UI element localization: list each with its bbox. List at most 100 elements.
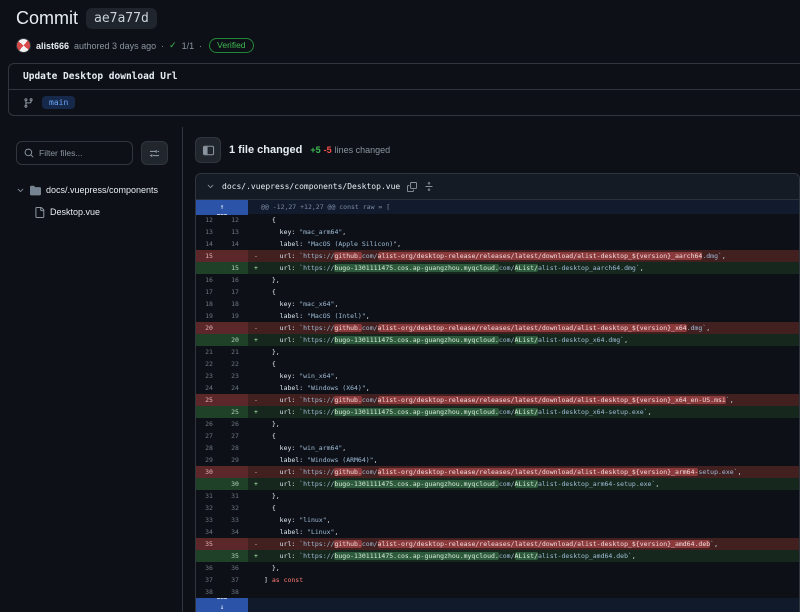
old-line-number[interactable]: 22 xyxy=(196,358,222,370)
old-line-number[interactable]: 37 xyxy=(196,574,222,586)
new-line-number[interactable]: 20 xyxy=(222,334,248,346)
old-line-number[interactable] xyxy=(196,262,222,274)
code-segment: , xyxy=(730,396,734,404)
new-line-number[interactable] xyxy=(222,394,248,406)
code-segment: com/ xyxy=(499,480,515,488)
old-line-number[interactable]: 35 xyxy=(196,538,222,550)
new-line-number[interactable]: 32 xyxy=(222,502,248,514)
code-segment: com/ xyxy=(362,468,378,476)
new-line-number[interactable]: 36 xyxy=(222,562,248,574)
diff-marker: + xyxy=(248,478,264,490)
old-line-number[interactable] xyxy=(196,478,222,490)
new-line-number[interactable]: 19 xyxy=(222,310,248,322)
old-line-number[interactable]: 20 xyxy=(196,322,222,334)
collapse-file-tree-button[interactable] xyxy=(195,137,221,163)
new-line-number[interactable]: 15 xyxy=(222,262,248,274)
old-line-number[interactable]: 33 xyxy=(196,514,222,526)
old-line-number[interactable]: 12 xyxy=(196,214,222,226)
code-line: label: "Windows (X64)", xyxy=(264,382,799,394)
code-segment: github. xyxy=(334,252,361,260)
old-line-number[interactable]: 26 xyxy=(196,418,222,430)
old-line-number[interactable] xyxy=(196,406,222,418)
old-line-number[interactable]: 34 xyxy=(196,526,222,538)
old-line-number[interactable]: 19 xyxy=(196,310,222,322)
new-line-number[interactable]: 21 xyxy=(222,346,248,358)
old-line-number[interactable]: 21 xyxy=(196,346,222,358)
new-line-number[interactable]: 12 xyxy=(222,214,248,226)
new-line-number[interactable]: 24 xyxy=(222,382,248,394)
diff-main-panel: 1 file changed +5 -5 lines changed docs/… xyxy=(183,127,800,612)
old-line-number[interactable]: 15 xyxy=(196,250,222,262)
old-line-number[interactable]: 36 xyxy=(196,562,222,574)
code-segment: , xyxy=(334,528,338,536)
new-line-number[interactable]: 31 xyxy=(222,490,248,502)
new-line-number[interactable]: 35 xyxy=(222,550,248,562)
new-line-number[interactable]: 22 xyxy=(222,358,248,370)
code-segment: AList/ xyxy=(515,480,538,488)
new-line-number[interactable]: 18 xyxy=(222,298,248,310)
old-line-number[interactable]: 24 xyxy=(196,382,222,394)
code-segment: url xyxy=(280,552,292,560)
new-line-number[interactable]: 26 xyxy=(222,418,248,430)
code-segment: "win_x64" xyxy=(299,372,334,380)
sidebar-item-components-folder[interactable]: docs/.vuepress/components xyxy=(16,179,168,201)
old-line-number[interactable]: 14 xyxy=(196,238,222,250)
new-line-number[interactable] xyxy=(222,250,248,262)
new-line-number[interactable]: 23 xyxy=(222,370,248,382)
avatar[interactable] xyxy=(16,38,31,53)
branch-badge[interactable]: main xyxy=(42,96,75,109)
old-line-number[interactable]: 27 xyxy=(196,430,222,442)
tree-options-button[interactable] xyxy=(141,141,168,165)
new-line-number[interactable]: 33 xyxy=(222,514,248,526)
new-line-number[interactable] xyxy=(222,322,248,334)
new-line-number[interactable]: 17 xyxy=(222,286,248,298)
old-line-number[interactable] xyxy=(196,550,222,562)
new-line-number[interactable]: 13 xyxy=(222,226,248,238)
diff-marker: - xyxy=(248,394,264,406)
file-path[interactable]: docs/.vuepress/components/Desktop.vue xyxy=(222,182,400,191)
old-line-number[interactable]: 28 xyxy=(196,442,222,454)
checks-count[interactable]: 1/1 xyxy=(182,41,195,51)
diff-context-row: 2626 }, xyxy=(196,418,799,430)
old-line-number[interactable]: 18 xyxy=(196,298,222,310)
new-line-number[interactable]: 38 xyxy=(222,586,248,598)
code-line: }, xyxy=(264,490,799,502)
code-segment: "Windows (X64)" xyxy=(307,384,366,392)
new-line-number[interactable]: 25 xyxy=(222,406,248,418)
old-line-number[interactable]: 30 xyxy=(196,466,222,478)
new-line-number[interactable]: 27 xyxy=(222,430,248,442)
new-line-number[interactable]: 34 xyxy=(222,526,248,538)
chevron-down-icon[interactable] xyxy=(206,182,215,191)
sidebar-item-desktop-vue[interactable]: Desktop.vue xyxy=(16,201,168,223)
old-line-number[interactable]: 25 xyxy=(196,394,222,406)
filter-files-input[interactable] xyxy=(39,148,125,158)
old-line-number[interactable]: 17 xyxy=(196,286,222,298)
filter-files-field[interactable] xyxy=(16,141,133,165)
old-line-number[interactable]: 29 xyxy=(196,454,222,466)
new-line-number[interactable]: 28 xyxy=(222,442,248,454)
new-line-number[interactable] xyxy=(222,538,248,550)
unfold-icon[interactable] xyxy=(424,181,434,192)
new-line-number[interactable]: 29 xyxy=(222,454,248,466)
diff-marker xyxy=(248,574,264,586)
old-line-number[interactable]: 38 xyxy=(196,586,222,598)
old-line-number[interactable]: 23 xyxy=(196,370,222,382)
old-line-number[interactable]: 31 xyxy=(196,490,222,502)
code-segment: alist-org/desktop-release/releases/lates… xyxy=(378,252,703,260)
code-segment: alist-desktop_arm64-setup.exe` xyxy=(538,480,655,488)
new-line-number[interactable]: 16 xyxy=(222,274,248,286)
expand-down-button[interactable]: ↓ xyxy=(196,598,248,612)
expand-up-button[interactable]: ↑ xyxy=(196,200,248,215)
old-line-number[interactable] xyxy=(196,334,222,346)
code-segment: : xyxy=(299,240,307,248)
old-line-number[interactable]: 16 xyxy=(196,274,222,286)
old-line-number[interactable]: 32 xyxy=(196,502,222,514)
copy-icon[interactable] xyxy=(407,182,417,192)
author-link[interactable]: alist666 xyxy=(36,41,69,51)
new-line-number[interactable]: 14 xyxy=(222,238,248,250)
new-line-number[interactable] xyxy=(222,466,248,478)
new-line-number[interactable]: 37 xyxy=(222,574,248,586)
old-line-number[interactable]: 13 xyxy=(196,226,222,238)
new-line-number[interactable]: 30 xyxy=(222,478,248,490)
verified-badge[interactable]: Verified xyxy=(209,38,253,53)
